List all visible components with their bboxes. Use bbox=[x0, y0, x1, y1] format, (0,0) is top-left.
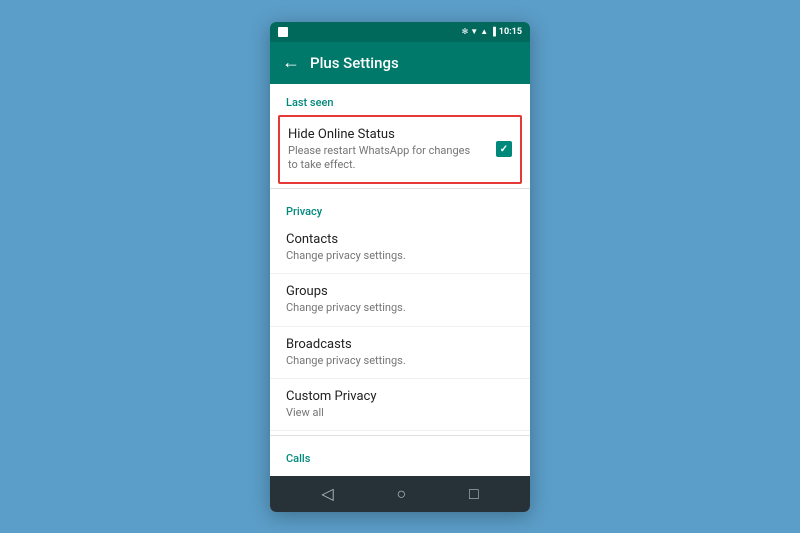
wifi-icon: ▲ bbox=[480, 27, 488, 36]
contacts-text: Contacts Change privacy settings. bbox=[286, 232, 514, 263]
notification-icon: ▪ bbox=[278, 27, 288, 37]
broadcasts-title: Broadcasts bbox=[286, 337, 514, 352]
app-bar-title: Plus Settings bbox=[310, 54, 399, 72]
content-area: Last seen Hide Online Status Please rest… bbox=[270, 84, 530, 476]
broadcasts-text: Broadcasts Change privacy settings. bbox=[286, 337, 514, 368]
nav-bar: ◁ ○ □ bbox=[270, 476, 530, 512]
nav-home-button[interactable]: ○ bbox=[396, 484, 406, 504]
custom-privacy-subtitle: View all bbox=[286, 406, 514, 420]
section-header-last-seen: Last seen bbox=[270, 84, 530, 113]
hide-online-status-checkbox[interactable] bbox=[496, 141, 512, 157]
nav-recent-button[interactable]: □ bbox=[469, 484, 479, 504]
status-bar-right: ✻ ▼ ▲ ▐ 10:15 bbox=[462, 27, 522, 37]
contacts-item[interactable]: Contacts Change privacy settings. bbox=[270, 222, 530, 274]
bluetooth-icon: ✻ bbox=[462, 27, 469, 36]
nav-back-button[interactable]: ◁ bbox=[321, 484, 333, 503]
status-time: 10:15 bbox=[499, 27, 522, 37]
divider-1 bbox=[270, 188, 530, 189]
broadcasts-subtitle: Change privacy settings. bbox=[286, 354, 514, 368]
signal-icon: ▼ bbox=[470, 27, 478, 36]
section-header-calls: Calls bbox=[270, 440, 530, 469]
app-bar: ← Plus Settings bbox=[270, 42, 530, 84]
broadcasts-item[interactable]: Broadcasts Change privacy settings. bbox=[270, 327, 530, 379]
groups-title: Groups bbox=[286, 284, 514, 299]
groups-text: Groups Change privacy settings. bbox=[286, 284, 514, 315]
hide-online-status-text: Hide Online Status Please restart WhatsA… bbox=[288, 127, 496, 173]
contacts-subtitle: Change privacy settings. bbox=[286, 249, 514, 263]
custom-privacy-text: Custom Privacy View all bbox=[286, 389, 514, 420]
custom-privacy-title: Custom Privacy bbox=[286, 389, 514, 404]
hide-online-status-title: Hide Online Status bbox=[288, 127, 496, 142]
hide-online-status-item[interactable]: Hide Online Status Please restart WhatsA… bbox=[278, 115, 522, 185]
status-bar: ▪ ✻ ▼ ▲ ▐ 10:15 bbox=[270, 22, 530, 42]
back-button[interactable]: ← bbox=[282, 52, 300, 73]
status-icons: ✻ ▼ ▲ ▐ bbox=[462, 27, 496, 36]
contacts-title: Contacts bbox=[286, 232, 514, 247]
status-bar-left: ▪ bbox=[278, 27, 288, 37]
groups-item[interactable]: Groups Change privacy settings. bbox=[270, 274, 530, 326]
phone-container: ▪ ✻ ▼ ▲ ▐ 10:15 ← Plus Settings Last see… bbox=[270, 22, 530, 512]
groups-subtitle: Change privacy settings. bbox=[286, 301, 514, 315]
hide-online-status-subtitle: Please restart WhatsApp for changesto ta… bbox=[288, 144, 496, 173]
divider-2 bbox=[270, 435, 530, 436]
custom-privacy-item[interactable]: Custom Privacy View all bbox=[270, 379, 530, 431]
battery-icon: ▐ bbox=[490, 27, 496, 36]
section-header-privacy: Privacy bbox=[270, 193, 530, 222]
